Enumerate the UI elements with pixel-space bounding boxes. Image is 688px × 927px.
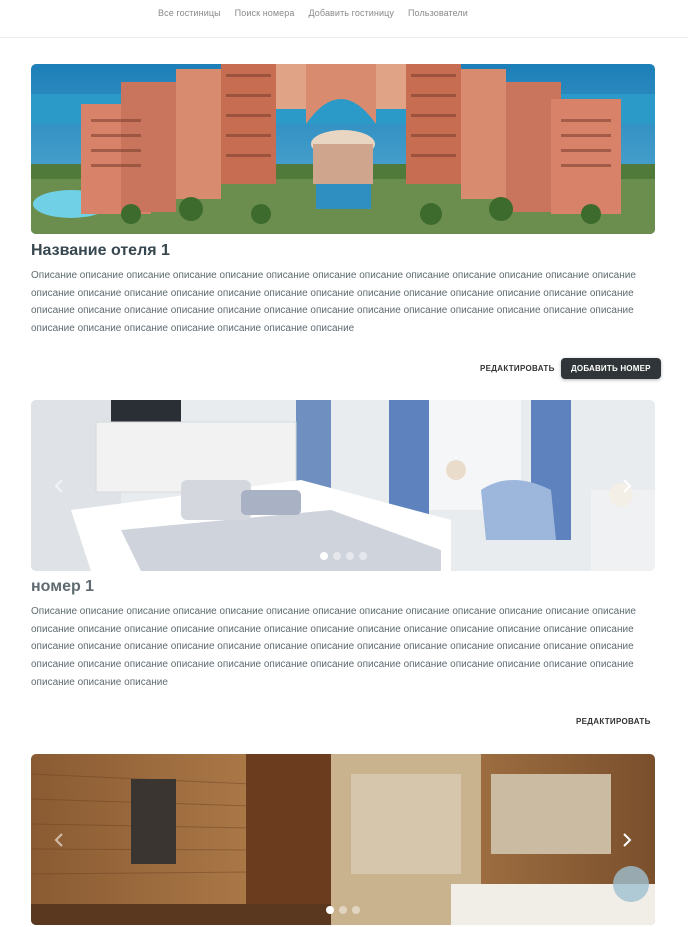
room-2-prev-button[interactable] bbox=[49, 830, 69, 850]
room-1-description: Описание описание описание описание опис… bbox=[31, 606, 636, 688]
carousel-dot[interactable] bbox=[319, 552, 328, 560]
room-2-photo bbox=[31, 754, 655, 925]
nav-link-users[interactable]: Пользователи bbox=[408, 8, 468, 18]
chevron-right-icon bbox=[623, 832, 632, 847]
nav-link-all-hotels[interactable]: Все гостиницы bbox=[158, 8, 221, 18]
chevron-left-icon bbox=[54, 478, 63, 493]
nav-link-add-hotel[interactable]: Добавить гостиницу bbox=[309, 8, 394, 18]
room-1-carousel-indicators bbox=[31, 552, 655, 560]
chevron-left-icon bbox=[54, 832, 63, 847]
add-room-button[interactable]: ДОБАВИТЬ НОМЕР bbox=[561, 358, 661, 379]
carousel-dot[interactable] bbox=[326, 906, 334, 914]
carousel-dot[interactable] bbox=[358, 552, 367, 560]
hotel-description: Описание описание описание описание опис… bbox=[31, 270, 636, 335]
room-1-next-button[interactable] bbox=[617, 476, 637, 496]
nav-link-search-room[interactable]: Поиск номера bbox=[235, 8, 295, 18]
carousel-dot[interactable] bbox=[332, 552, 341, 560]
room-1-photo bbox=[31, 400, 655, 571]
hotel-title: Название отеля 1 bbox=[31, 242, 170, 259]
room-2-carousel-indicators bbox=[31, 906, 655, 914]
carousel-dot[interactable] bbox=[339, 906, 347, 914]
top-navigation: Все гостиницы Поиск номера Добавить гост… bbox=[0, 0, 688, 38]
hotel-photo bbox=[31, 64, 655, 234]
room-1-prev-button[interactable] bbox=[49, 476, 69, 496]
room-1-title: номер 1 bbox=[31, 578, 95, 595]
room-2-next-button[interactable] bbox=[617, 830, 637, 850]
room-2-carousel bbox=[31, 754, 655, 925]
nav-links: Все гостиницы Поиск номера Добавить гост… bbox=[158, 8, 468, 18]
hotel-edit-button[interactable]: РЕДАКТИРОВАТЬ bbox=[480, 364, 555, 373]
hotel-image bbox=[31, 64, 655, 234]
carousel-dot[interactable] bbox=[345, 552, 354, 560]
room-1-carousel bbox=[31, 400, 655, 571]
room-1-edit-button[interactable]: РЕДАКТИРОВАТЬ bbox=[576, 717, 651, 726]
carousel-dot[interactable] bbox=[352, 906, 360, 914]
chevron-right-icon bbox=[623, 478, 632, 493]
